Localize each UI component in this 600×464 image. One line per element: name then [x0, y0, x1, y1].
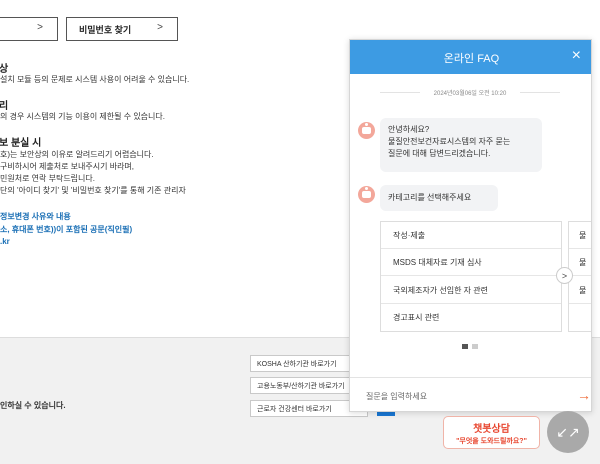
chevron-right-icon: >	[37, 22, 43, 33]
chat-title: 온라인 FAQ	[443, 53, 500, 65]
section-text: 의 경우 시스템의 기능 이용이 제한될 수 있습니다.	[0, 112, 165, 121]
section-text: 호)는 보안상의 이유로 알려드리기 어렵습니다.	[0, 150, 154, 159]
find-id-button[interactable]: >	[0, 17, 58, 41]
section-text: 단의 '아이디 찾기' 및 '비밀번호 찾기'를 통해 기존 관리자	[0, 186, 186, 195]
page: > 비밀번호 찾기 > 상 설치 모듈 등의 문제로 시스템 사용이 어려울 수…	[0, 0, 600, 464]
message-date: 2024년03월06일 오전 10:20	[433, 91, 507, 97]
chat-header: 온라인 FAQ ×	[350, 40, 591, 74]
section-text: 민원처로 연락 부탁드립니다.	[0, 174, 95, 183]
highlight-text: 정보변경 사유와 내용	[0, 212, 71, 221]
section-title: 상	[0, 64, 9, 75]
category-card: 작성·제출 MSDS 대체자료 기재 심사 국외제조자가 선임한 자 관련 경고…	[380, 221, 562, 332]
select-value: 고용노동부/산하기관 바로가기	[257, 382, 345, 390]
carousel-next-button[interactable]: >	[556, 267, 573, 284]
chatbot-label[interactable]: 챗봇상담 "무엇을 도와드릴까요?"	[443, 416, 540, 449]
carousel-dot-active[interactable]	[462, 344, 468, 349]
collapse-arrows-icon: ↙↗	[556, 423, 580, 440]
section-title: 보 분실 시	[0, 138, 42, 149]
category-item[interactable]: MSDS 대체자료 기재 심사	[381, 249, 561, 276]
select-value: 근로자 건강센터 바로가기	[257, 405, 332, 413]
highlight-text: 소, 휴대폰 번호))이 포함된 공문(직인필)	[0, 225, 133, 234]
collapse-chat-button[interactable]: ↙↗	[547, 411, 589, 453]
greeting-line: 물질안전보건자료시스템의 자주 묻는	[388, 137, 511, 146]
section-text: 설치 모듈 등의 문제로 시스템 사용이 어려울 수 있습니다.	[0, 75, 190, 84]
category-item[interactable]: 경고표시 관련	[381, 304, 561, 331]
chat-input-bar: 질문을 입력하세요 →	[350, 377, 591, 411]
section-text: 구비하시어 제출처로 보내주시기 바라며,	[0, 162, 135, 171]
greeting-line: 질문에 대해 답변드리겠습니다.	[388, 149, 491, 158]
prompt-bubble: 카테고리를 선택해주세요	[380, 185, 498, 211]
find-password-label: 비밀번호 찾기	[79, 24, 132, 35]
chatbot-title: 챗봇상담	[473, 424, 510, 435]
chevron-right-icon: >	[157, 22, 163, 33]
bot-avatar-icon	[358, 122, 375, 139]
email-link[interactable]: .kr	[0, 237, 10, 246]
section-title: 리	[0, 101, 9, 112]
send-arrow-icon[interactable]: →	[577, 387, 591, 403]
faq-chat-window: 온라인 FAQ × 2024년03월06일 오전 10:20 안녕하세요? 물질…	[349, 39, 592, 412]
category-item[interactable]: 국외제조자가 선임한 자 관련	[381, 277, 561, 304]
carousel-dot[interactable]	[472, 344, 478, 349]
bot-avatar-icon	[358, 186, 375, 203]
category-item[interactable]: 물	[569, 277, 591, 304]
prompt-text: 카테고리를 선택해주세요	[388, 193, 472, 202]
category-item[interactable]: 작성·제출	[381, 222, 561, 249]
date-separator: 2024년03월06일 오전 10:20	[380, 87, 560, 97]
chat-input[interactable]: 질문을 입력하세요	[366, 391, 427, 402]
close-icon[interactable]: ×	[572, 47, 581, 65]
select-value: KOSHA 산하기관 바로가기	[257, 360, 337, 368]
chatbot-subtitle: "무엇을 도와드릴까요?"	[456, 438, 527, 445]
greeting-bubble: 안녕하세요? 물질안전보건자료시스템의 자주 묻는 질문에 대해 답변드리겠습니…	[380, 118, 542, 172]
find-password-button[interactable]: 비밀번호 찾기 >	[66, 17, 178, 41]
footer-text: 인하실 수 있습니다.	[0, 401, 66, 410]
category-item[interactable]: 물	[569, 222, 591, 249]
greeting-line: 안녕하세요?	[388, 125, 430, 134]
